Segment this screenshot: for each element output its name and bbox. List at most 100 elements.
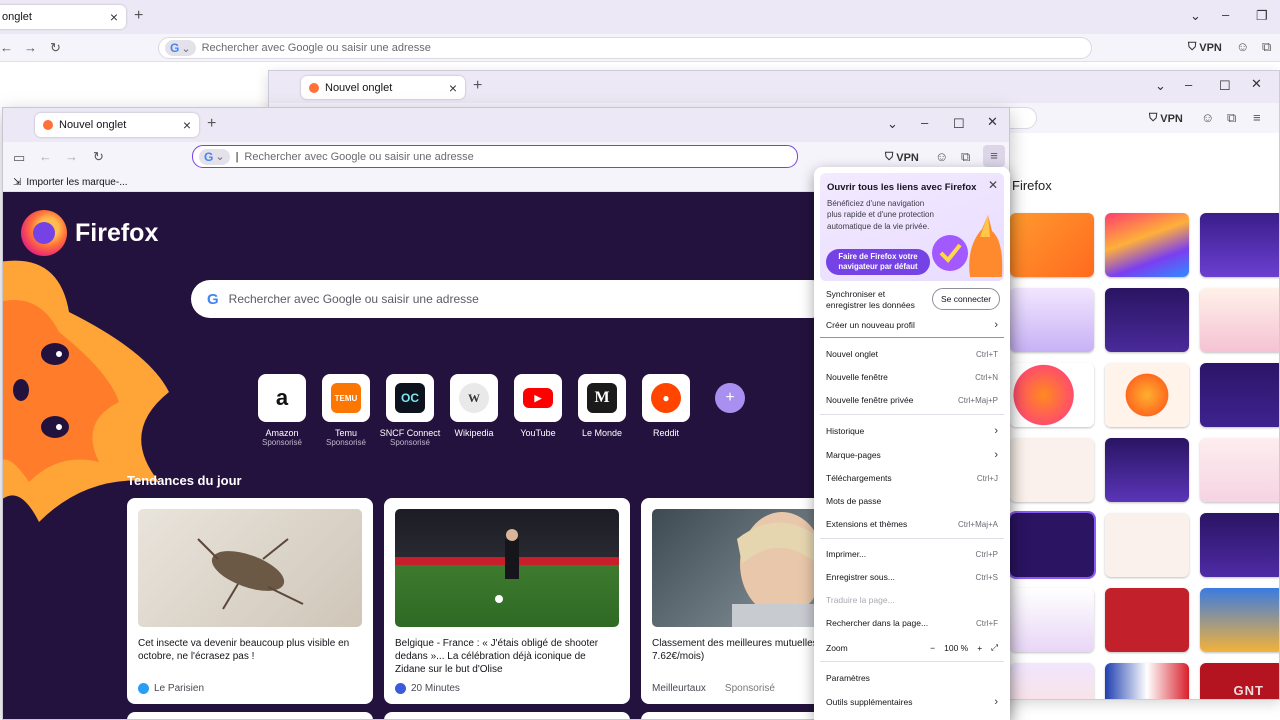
- menu-item-more-tools[interactable]: Outils supplémentaires ›: [826, 696, 998, 708]
- close-icon[interactable]: ×: [110, 9, 118, 25]
- wallpaper-option[interactable]: [1010, 438, 1094, 502]
- account-icon[interactable]: ☺: [1201, 110, 1214, 125]
- extensions-icon[interactable]: ⧉: [1262, 39, 1271, 55]
- wallpaper-option[interactable]: [1200, 438, 1279, 502]
- maximize-button[interactable]: ☐: [1219, 78, 1231, 94]
- minimize-button[interactable]: –: [921, 115, 928, 130]
- tab-new[interactable]: onglet ×: [0, 5, 126, 29]
- menu-item-downloads[interactable]: Téléchargements Ctrl+J: [826, 473, 998, 483]
- shortcut-temu[interactable]: TEMU Temu Sponsorisé: [322, 374, 370, 447]
- shortcut-wikipedia[interactable]: W Wikipedia: [450, 374, 498, 447]
- chevron-down-icon[interactable]: ⌄: [887, 116, 898, 132]
- import-bookmarks-link[interactable]: Importer les marque-...: [26, 177, 127, 188]
- wallpaper-option[interactable]: [1105, 438, 1189, 502]
- close-window-button[interactable]: ✕: [987, 114, 998, 130]
- wallpaper-option[interactable]: [1105, 213, 1189, 277]
- maximize-button[interactable]: ☐: [953, 116, 965, 132]
- vpn-button[interactable]: ⛉ VPN: [1188, 41, 1222, 54]
- url-placeholder: Rechercher avec Google ou saisir une adr…: [201, 42, 431, 54]
- zoom-in-button[interactable]: +: [977, 643, 982, 653]
- reload-icon[interactable]: ↻: [93, 149, 104, 165]
- menu-icon[interactable]: ≡: [983, 145, 1005, 167]
- wallpaper-option[interactable]: [1105, 513, 1189, 577]
- chevron-down-icon[interactable]: ⌄: [1190, 8, 1201, 24]
- search-engine-selector[interactable]: G ⌄: [199, 148, 230, 165]
- account-icon[interactable]: ☺: [935, 149, 948, 164]
- wallpaper-option[interactable]: [1010, 288, 1094, 352]
- close-icon[interactable]: ×: [183, 117, 191, 133]
- wallpaper-option[interactable]: [1200, 513, 1279, 577]
- close-window-button[interactable]: ✕: [1251, 76, 1262, 92]
- wallpaper-option[interactable]: [1200, 288, 1279, 352]
- zoom-reset-button[interactable]: 100 %: [944, 643, 968, 653]
- menu-item-history[interactable]: Historique ›: [826, 425, 998, 437]
- wallpaper-option[interactable]: [1105, 288, 1189, 352]
- wallpaper-option[interactable]: [1105, 363, 1189, 427]
- tab-new[interactable]: Nouvel onglet ×: [301, 76, 465, 99]
- wallpaper-option[interactable]: [1010, 213, 1094, 277]
- tab-new-active[interactable]: Nouvel onglet ×: [35, 113, 199, 137]
- menu-item-extensions[interactable]: Extensions et thèmes Ctrl+Maj+A: [826, 519, 998, 529]
- set-default-button[interactable]: Faire de Firefox votre navigateur par dé…: [826, 249, 930, 275]
- minimize-button[interactable]: –: [1185, 77, 1192, 92]
- wallpaper-option[interactable]: [1105, 588, 1189, 652]
- reload-icon[interactable]: ↻: [50, 40, 61, 56]
- wallpaper-option[interactable]: [1010, 663, 1094, 699]
- minimize-button[interactable]: –: [1222, 7, 1229, 22]
- new-tab-button[interactable]: +: [207, 115, 216, 133]
- story-cards-row-2: [127, 712, 887, 719]
- menu-item-new-profile[interactable]: Créer un nouveau profil ›: [826, 319, 998, 331]
- extensions-icon[interactable]: ⧉: [961, 149, 970, 165]
- menu-item-settings[interactable]: Paramètres: [826, 673, 998, 683]
- fullscreen-icon[interactable]: ⤢: [991, 642, 998, 653]
- zoom-out-button[interactable]: −: [930, 643, 935, 653]
- chevron-down-icon[interactable]: ⌄: [1155, 78, 1166, 94]
- new-tab-button[interactable]: +: [473, 77, 482, 95]
- wallpaper-option[interactable]: [1010, 588, 1094, 652]
- close-icon[interactable]: ✕: [988, 178, 998, 192]
- account-icon[interactable]: ☺: [1236, 39, 1249, 54]
- menu-icon[interactable]: ≡: [1253, 110, 1261, 125]
- wallpaper-option[interactable]: [1200, 213, 1279, 277]
- story-card[interactable]: [127, 712, 373, 719]
- shortcut-le-monde[interactable]: M Le Monde: [578, 374, 626, 447]
- back-arrow-icon[interactable]: ←: [39, 149, 52, 164]
- extensions-icon[interactable]: ⧉: [1227, 110, 1236, 126]
- back-arrow-icon[interactable]: ←: [0, 40, 13, 55]
- chevron-right-icon: ›: [994, 449, 998, 461]
- add-shortcut-button[interactable]: +: [706, 374, 754, 447]
- menu-item-bookmarks[interactable]: Marque-pages ›: [826, 449, 998, 461]
- story-card[interactable]: Cet insecte va devenir beaucoup plus vis…: [127, 498, 373, 704]
- close-icon[interactable]: ×: [449, 80, 457, 96]
- wallpaper-option[interactable]: [1010, 363, 1094, 427]
- sign-in-button[interactable]: Se connecter: [932, 288, 1000, 310]
- story-card[interactable]: Belgique - France : « J'étais obligé de …: [384, 498, 630, 704]
- story-card[interactable]: [384, 712, 630, 719]
- shortcut-reddit[interactable]: ● Reddit: [642, 374, 690, 447]
- search-engine-selector[interactable]: G ⌄: [165, 40, 196, 56]
- wallpaper-option[interactable]: [1200, 588, 1279, 652]
- new-tab-button[interactable]: +: [134, 7, 143, 25]
- forward-arrow-icon[interactable]: →: [24, 40, 37, 55]
- newtab-search-input[interactable]: G Rechercher avec Google ou saisir une a…: [191, 280, 831, 318]
- menu-item-new-tab[interactable]: Nouvel onglet Ctrl+T: [826, 349, 998, 359]
- vpn-button[interactable]: ⛉ VPN: [885, 151, 919, 164]
- sidebar-icon[interactable]: ▭: [13, 150, 25, 166]
- forward-arrow-icon[interactable]: →: [65, 149, 78, 164]
- menu-item-passwords[interactable]: Mots de passe: [826, 496, 998, 506]
- shortcut-amazon[interactable]: a Amazon Sponsorisé: [258, 374, 306, 447]
- url-bar[interactable]: G ⌄ | Rechercher avec Google ou saisir un…: [192, 145, 798, 168]
- menu-item-print[interactable]: Imprimer... Ctrl+P: [826, 549, 998, 559]
- wallpaper-option[interactable]: [1105, 663, 1189, 699]
- restore-button[interactable]: ❐: [1256, 8, 1268, 24]
- menu-item-new-window[interactable]: Nouvelle fenêtre Ctrl+N: [826, 372, 998, 382]
- url-bar[interactable]: G ⌄ Rechercher avec Google ou saisir une …: [158, 37, 1092, 59]
- menu-item-save-as[interactable]: Enregistrer sous... Ctrl+S: [826, 572, 998, 582]
- wallpaper-option[interactable]: [1200, 363, 1279, 427]
- menu-item-private-window[interactable]: Nouvelle fenêtre privée Ctrl+Maj+P: [826, 395, 998, 405]
- wallpaper-option-selected[interactable]: [1008, 511, 1096, 579]
- shortcut-youtube[interactable]: ▶ YouTube: [514, 374, 562, 447]
- vpn-button[interactable]: ⛉ VPN: [1149, 112, 1183, 125]
- shortcut-sncf-connect[interactable]: OC SNCF Connect Sponsorisé: [380, 374, 440, 447]
- menu-item-find[interactable]: Rechercher dans la page... Ctrl+F: [826, 618, 998, 628]
